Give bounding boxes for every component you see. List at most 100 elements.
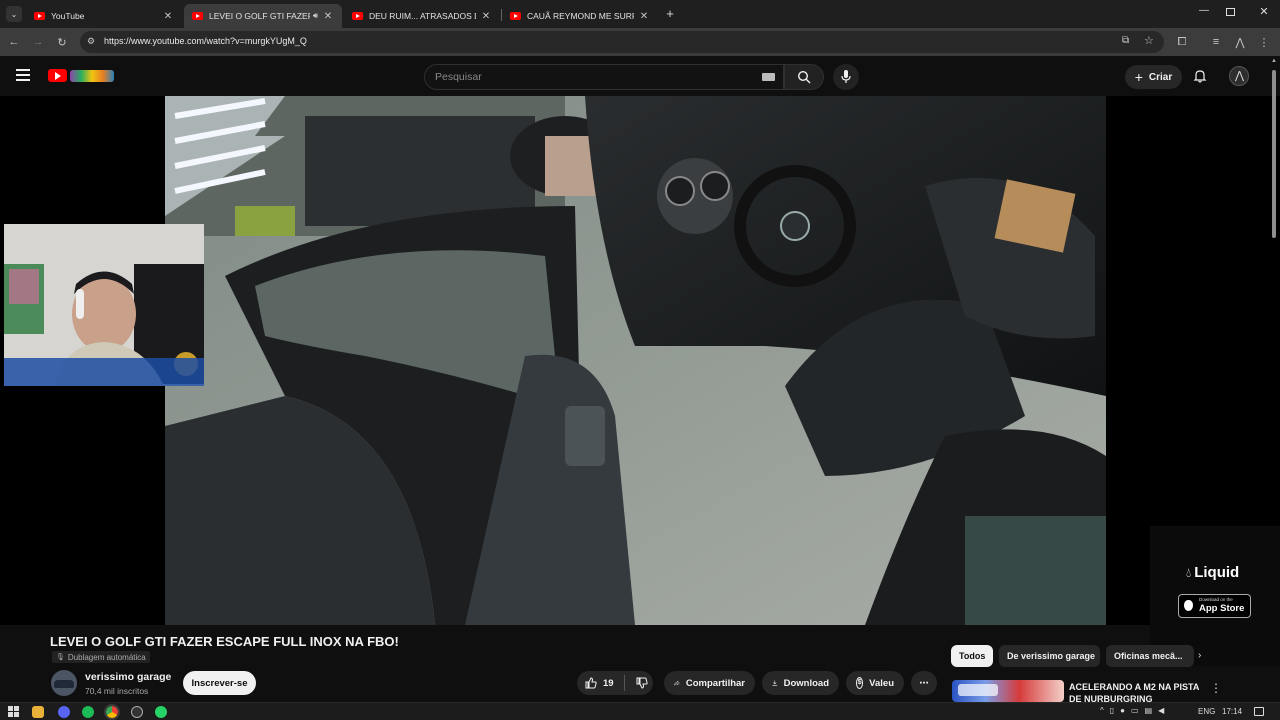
like-dislike-group: 19 [577, 671, 653, 695]
install-app-icon[interactable]: ⧉ [1122, 35, 1129, 46]
guide-menu-button[interactable] [16, 69, 30, 81]
download-icon [772, 680, 778, 686]
hamburger-icon [16, 69, 30, 81]
more-actions-button[interactable]: ⋯ [911, 671, 937, 695]
more-horizontal-icon: ⋯ [919, 677, 929, 689]
language-indicator[interactable]: ENG [1198, 707, 1215, 716]
like-divider [623, 675, 625, 691]
droplet-icon: 💧︎ [1186, 564, 1192, 580]
page-scrollbar[interactable]: ▲ [1270, 58, 1278, 706]
download-button[interactable]: Download [762, 671, 839, 695]
keyboard-icon[interactable] [762, 73, 775, 81]
account-logo-icon: ⋀ [1235, 70, 1245, 82]
search-button[interactable] [784, 64, 824, 90]
extensions-button[interactable]: ⧠ [1174, 34, 1190, 50]
file-explorer-icon[interactable] [32, 706, 44, 718]
chips-next-arrow[interactable]: › [1198, 650, 1201, 661]
channel-name[interactable]: verissimo garage [85, 671, 171, 683]
usb-icon: ▯ [1109, 706, 1115, 715]
create-button[interactable]: + Criar [1125, 65, 1182, 89]
youtube-header: Pesquisar + Criar ⋀ [0, 56, 1280, 96]
new-tab-button[interactable]: + [662, 5, 678, 21]
youtube-logo[interactable] [48, 68, 114, 84]
restore-button[interactable] [1226, 8, 1235, 16]
youtube-favicon-icon [34, 12, 45, 20]
scrollbar-thumb[interactable] [1272, 70, 1276, 238]
chip-from-channel[interactable]: De verissimo garage [999, 645, 1100, 667]
profile-button[interactable]: ⋀ [1232, 34, 1248, 50]
close-tab-icon[interactable]: ✕ [322, 11, 334, 22]
like-button[interactable]: 19 [577, 671, 618, 695]
recommendation-menu-icon[interactable]: ⋮ [1210, 681, 1222, 695]
thumbs-up-icon [585, 677, 597, 689]
video-scene-car-interior [165, 96, 1106, 625]
list-icon: ≡ [1212, 36, 1220, 48]
tab-deu-ruim[interactable]: DEU RUIM... ATRASADOS DE PEÇAS ✕ [344, 4, 500, 28]
close-tab-icon[interactable]: ✕ [162, 11, 174, 22]
whatsapp-icon[interactable] [155, 706, 167, 718]
puzzle-icon: ⧠ [1177, 35, 1187, 48]
profile-icon: ⋀ [1235, 36, 1245, 49]
scroll-up-icon[interactable]: ▲ [1271, 58, 1277, 64]
plus-icon: + [1134, 69, 1143, 85]
tab-youtube[interactable]: YouTube ✕ [26, 4, 182, 28]
search-input[interactable]: Pesquisar [424, 64, 784, 90]
video-frame[interactable] [165, 96, 1106, 625]
chip-oficinas[interactable]: Oficinas mecâ... [1106, 645, 1194, 667]
spotify-icon[interactable] [82, 706, 94, 718]
dub-icon: 🎙︎ [56, 654, 65, 661]
thanks-button[interactable]: $ Valeu [846, 671, 904, 695]
thumbnail-logo-icon [958, 684, 998, 696]
chrome-menu-button[interactable]: ⋮ [1256, 34, 1272, 50]
speaker-icon[interactable]: 🔊︎ [313, 11, 318, 21]
taskbar-clock[interactable]: 17:14 [1222, 707, 1242, 716]
chrome-icon[interactable] [104, 704, 120, 720]
close-tab-icon[interactable]: ✕ [480, 11, 492, 22]
channel-car-icon [54, 680, 74, 688]
notification-center-icon[interactable] [1254, 707, 1264, 716]
tray-icons[interactable]: ^ ▯ ● ▭ ▤ ◀ [1100, 706, 1164, 715]
app-store-badge[interactable]: Download on the App Store [1178, 594, 1251, 618]
forward-button[interactable]: → [30, 34, 46, 50]
auto-dub-badge: 🎙︎ Dublagem automática [52, 651, 150, 663]
subscribe-button[interactable]: Inscrever-se [183, 671, 256, 695]
notifications-button[interactable] [1193, 69, 1207, 83]
reload-button[interactable]: ↻ [54, 34, 70, 50]
dislike-button[interactable] [631, 671, 653, 695]
cast-icon: ▭ [1131, 706, 1139, 715]
close-tab-icon[interactable]: ✕ [638, 11, 650, 22]
search-icon [797, 70, 811, 84]
liquid-logo: 💧︎ Liquid [1186, 564, 1240, 581]
voice-search-button[interactable] [833, 64, 859, 90]
bookmark-star-icon[interactable]: ☆ [1144, 34, 1154, 47]
account-avatar[interactable]: ⋀ [1229, 66, 1249, 86]
reading-list-button[interactable]: ≡ [1208, 34, 1224, 50]
tab-golf-gti[interactable]: LEVEI O GOLF GTI FAZER ESCAPE 🔊︎ ✕ [184, 4, 342, 28]
minimize-button[interactable]: — [1196, 5, 1212, 21]
browser-toolbar: ← → ↻ ⚙︎ https://www.youtube.com/watch?v… [0, 28, 1280, 56]
close-window-button[interactable]: ✕ [1256, 5, 1272, 21]
discord-icon[interactable] [58, 706, 70, 718]
chevron-up-icon: ^ [1100, 706, 1104, 715]
obs-icon[interactable] [131, 706, 143, 718]
back-button[interactable]: ← [6, 34, 22, 50]
recommendation-thumbnail[interactable] [952, 680, 1064, 702]
youtube-favicon-icon [352, 12, 363, 20]
mic-tray-icon: ● [1120, 706, 1126, 715]
chip-todos[interactable]: Todos [951, 645, 994, 667]
apple-icon [1184, 600, 1193, 611]
video-player[interactable]: 💧︎ Liquid Download on the App Store [0, 96, 1280, 666]
doodle-logo-icon [70, 70, 114, 82]
reload-icon: ↻ [57, 36, 67, 49]
address-bar[interactable]: ⚙︎ https://www.youtube.com/watch?v=murgk… [80, 31, 1164, 53]
tab-search-button[interactable]: ⌄ [6, 6, 22, 22]
site-info-icon[interactable]: ⚙︎ [87, 36, 98, 47]
start-button[interactable] [8, 706, 19, 717]
recommendation-title[interactable]: ACELERANDO A M2 NA PISTA DE NURBURGRING [1069, 681, 1201, 702]
like-count: 19 [603, 677, 614, 689]
tab-caua-reymond[interactable]: CAUÃ REYMOND ME SURPREENDEU ✕ [502, 4, 658, 28]
microphone-icon [841, 70, 851, 83]
youtube-favicon-icon [192, 12, 203, 20]
share-button[interactable]: Compartilhar [664, 671, 755, 695]
channel-avatar[interactable] [51, 670, 77, 696]
